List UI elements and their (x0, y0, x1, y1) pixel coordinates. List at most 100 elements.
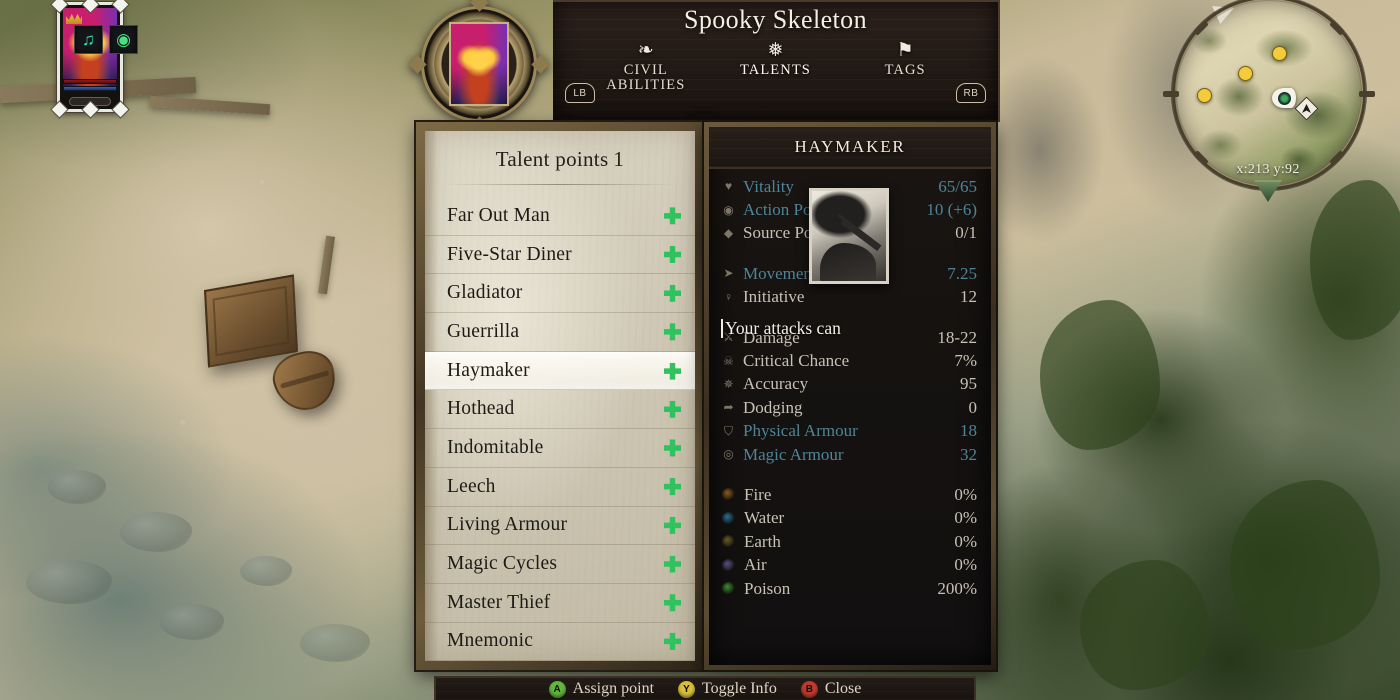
resistance-label: Poison (744, 578, 791, 598)
shore-stone (240, 556, 292, 586)
stat-row: ✵ Accuracy 95 (721, 373, 977, 396)
tab-civil-abilities[interactable]: ❧ CIVIL ABILITIES (591, 41, 701, 93)
talent-name: Guerrilla (447, 320, 520, 342)
add-talent-plus-icon[interactable] (664, 555, 681, 573)
talent-row[interactable]: Far Out Man (425, 197, 695, 236)
stat-value: 0 (968, 397, 978, 417)
stats-panel-title: HAYMAKER (794, 137, 906, 156)
bumper-left-button[interactable]: LB (565, 83, 595, 103)
stats-panel: HAYMAKER ♥ Vitality 65/65 ◉ Action Points 10 … (704, 122, 996, 670)
character-sheet-window: Spooky Skeleton LB ❧ CIVIL ABILITIES ❅ TA… (408, 0, 1000, 700)
sand-speck (260, 180, 264, 184)
talent-row[interactable]: Mnemonic (425, 623, 695, 661)
primary-stats-group: ♥ Vitality 65/65 ◉ Action Points 10 (+6) ◆ Sour… (721, 175, 977, 245)
talent-name: Master Thief (447, 591, 551, 613)
snowflake-icon: ❅ (767, 40, 784, 61)
control-hint[interactable]: B Close (800, 680, 861, 698)
talent-name: Mnemonic (447, 630, 534, 652)
accuracy-icon: ✵ (723, 376, 734, 391)
price-tag-icon: ⚑ (896, 40, 914, 61)
music-note-icon[interactable]: ♫ (74, 25, 103, 54)
talent-row[interactable]: Haymaker (425, 351, 695, 391)
talent-name: Far Out Man (447, 204, 550, 226)
magic-armour-icon: ◎ (723, 447, 734, 462)
talent-row[interactable]: Hothead (425, 390, 695, 430)
stat-value: 10 (+6) (926, 200, 977, 220)
water-resist-icon (722, 511, 735, 525)
bumper-right-button[interactable]: RB (956, 83, 986, 103)
add-talent-plus-icon[interactable] (664, 207, 681, 225)
add-talent-plus-icon[interactable] (664, 362, 681, 380)
stat-value: 18 (960, 421, 977, 441)
shore-stone (48, 470, 106, 504)
talent-row[interactable]: Indomitable (425, 429, 695, 468)
stat-row: ◉ Action Points 10 (+6) (721, 198, 977, 221)
boot-icon: ➤ (723, 266, 734, 281)
character-name: Spooky Skeleton (684, 5, 867, 34)
stat-value: 12 (960, 287, 977, 307)
control-hint[interactable]: A Assign point (548, 680, 654, 698)
minimap[interactable]: x:213 y:92 (1163, 0, 1375, 202)
control-hint-label: Toggle Info (702, 680, 777, 697)
talent-list[interactable]: Far Out Man Five-Star Diner Gladiator Guerr… (425, 197, 695, 661)
talent-row[interactable]: Master Thief (425, 584, 695, 623)
add-talent-plus-icon[interactable] (664, 246, 681, 264)
control-hint[interactable]: Y Toggle Info (678, 680, 777, 698)
stat-row: ☠ Critical Chance 7% (721, 349, 977, 372)
minimap-spike (1193, 20, 1209, 36)
stat-label: Vitality (743, 176, 794, 196)
minimap-coordinates: x:213 y:92 (1236, 162, 1300, 177)
stat-label: Source Points (743, 223, 837, 243)
talent-row[interactable]: Guerrilla (425, 313, 695, 352)
stats-spacer (721, 466, 977, 483)
stat-value: 95 (960, 374, 977, 394)
resistance-label: Air (744, 555, 767, 575)
talent-list-panel: Talent points 1 Far Out Man Five-Star Dine… (416, 122, 704, 670)
shore-stone (26, 560, 112, 604)
medallion-portrait-art (449, 22, 509, 106)
talent-row[interactable]: Gladiator (425, 274, 695, 314)
portrait-frame[interactable] (51, 0, 129, 118)
add-talent-plus-icon[interactable] (664, 284, 681, 302)
foliage (1310, 180, 1400, 340)
talent-name: Leech (447, 475, 496, 497)
shore-stone (300, 624, 370, 662)
add-talent-plus-icon[interactable] (664, 323, 681, 341)
add-talent-plus-icon[interactable] (664, 478, 681, 496)
stat-row: ♀ Initiative 12 (721, 286, 977, 309)
party-portrait-widget[interactable] (51, 0, 129, 118)
talent-row[interactable]: Magic Cycles (425, 545, 695, 584)
medallion-spike (408, 55, 427, 74)
resistance-row: Poison 200% (721, 577, 977, 600)
add-talent-plus-icon[interactable] (664, 632, 681, 650)
talent-row[interactable]: Living Armour (425, 507, 695, 546)
medallion-spike (531, 55, 550, 74)
add-talent-plus-icon[interactable] (664, 594, 681, 612)
add-talent-plus-icon[interactable] (664, 439, 681, 457)
add-talent-plus-icon[interactable] (664, 516, 681, 534)
stat-row: ♥ Vitality 65/65 (721, 175, 977, 198)
heart-icon: ♥ (724, 179, 733, 194)
combat-stats-group: ⚔ Damage 18-22 ☠ Critical Chance 7% ✵ Accuracy 9… (721, 326, 977, 466)
critical-skull-icon: ☠ (723, 353, 734, 368)
resistance-row: Water 0% (721, 507, 977, 530)
barrel-object (267, 344, 343, 418)
talent-points-value: 1 (613, 147, 625, 171)
compass-icon[interactable] (1254, 180, 1282, 202)
talent-row[interactable]: Leech (425, 468, 695, 507)
stats-body: ♥ Vitality 65/65 ◉ Action Points 10 (+6) ◆ Sour… (709, 169, 991, 600)
resistance-value: 0% (954, 508, 977, 528)
character-medallion[interactable] (408, 0, 550, 135)
stat-value: 18-22 (937, 327, 977, 347)
talent-name: Hothead (447, 398, 515, 420)
sand-speck (180, 420, 185, 425)
talent-row[interactable]: Five-Star Diner (425, 236, 695, 275)
tab-tags[interactable]: ⚑ TAGS (850, 41, 960, 78)
add-talent-plus-icon[interactable] (664, 400, 681, 418)
stat-label: Critical Chance (743, 351, 850, 371)
stat-label: Dodging (743, 397, 803, 417)
sand-speck (330, 320, 333, 323)
tab-talents[interactable]: ❅ TALENTS (720, 41, 830, 78)
resistance-row: Earth 0% (721, 530, 977, 553)
green-orb-icon[interactable]: ◉ (109, 25, 138, 54)
